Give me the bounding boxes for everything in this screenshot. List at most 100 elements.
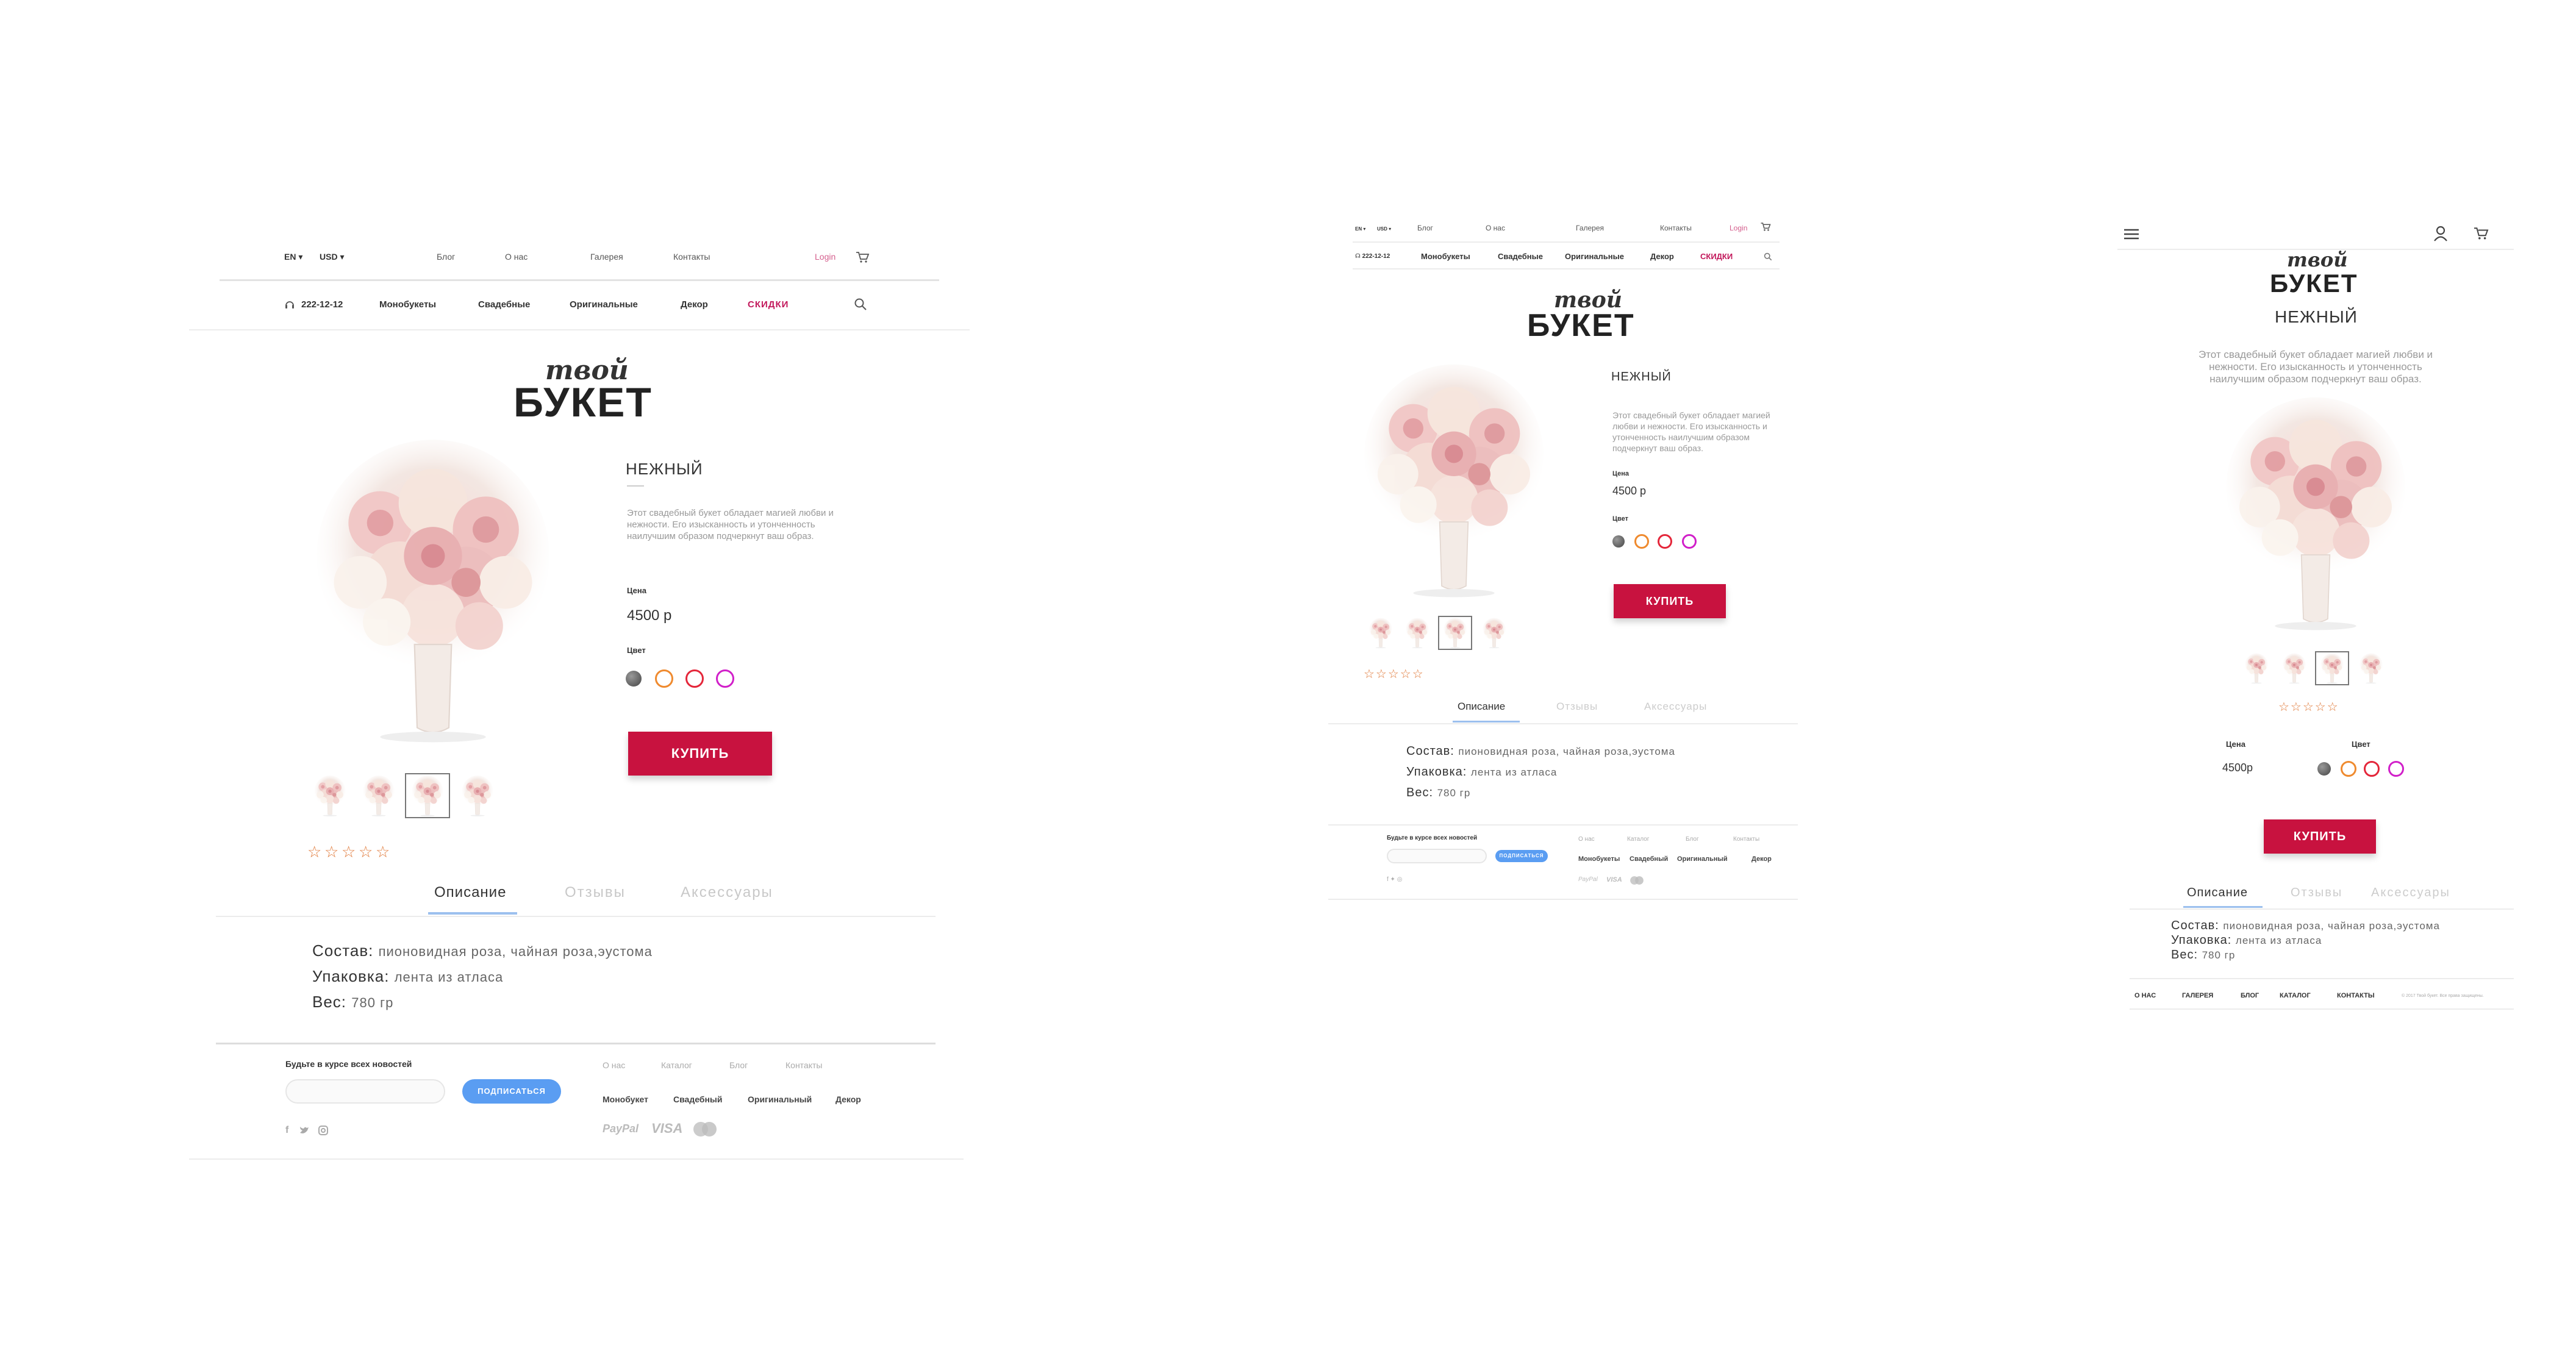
tablet-nav-original[interactable]: Оригинальные: [1565, 252, 1624, 260]
tablet-tab-accessories[interactable]: Аксессуары: [1644, 701, 1707, 712]
tablet-nav-decor[interactable]: Декор: [1650, 252, 1674, 260]
thumbnail-3[interactable]: [405, 773, 450, 818]
tablet-footer-about[interactable]: О нас: [1578, 837, 1595, 843]
tablet-nav-about[interactable]: О нас: [1486, 224, 1505, 232]
thumbnail-2[interactable]: [356, 773, 401, 818]
phone-number[interactable]: 222-12-12: [301, 300, 343, 309]
tablet-currency-selector[interactable]: USD ▾: [1377, 227, 1391, 232]
mobile-footer-blog[interactable]: БЛОГ: [2241, 993, 2259, 999]
lang-selector[interactable]: EN ▾: [284, 252, 302, 261]
tablet-thumbnail-1[interactable]: [1364, 616, 1398, 650]
tablet-nav-gallery[interactable]: Галерея: [1576, 224, 1604, 232]
footer-blog[interactable]: Блог: [729, 1061, 748, 1069]
mobile-thumbnail-4[interactable]: [2354, 651, 2388, 685]
tablet-nav-blog[interactable]: Блог: [1417, 224, 1433, 232]
nav-decor[interactable]: Декор: [681, 300, 708, 309]
mobile-rating-stars[interactable]: ☆☆☆☆☆: [2278, 701, 2339, 713]
tablet-phone-number[interactable]: ☊ 222-12-12: [1355, 254, 1390, 260]
tablet-tab-reviews[interactable]: Отзывы: [1556, 701, 1598, 712]
footer-contacts[interactable]: Контакты: [785, 1061, 822, 1069]
mobile-footer-gallery[interactable]: ГАЛЕРЕЯ: [2182, 993, 2213, 999]
instagram-icon[interactable]: [318, 1126, 328, 1135]
mobile-footer-contacts[interactable]: КОНТАКТЫ: [2337, 993, 2375, 999]
email-input[interactable]: [285, 1079, 445, 1104]
nav-original[interactable]: Оригинальные: [570, 300, 638, 309]
tablet-footer-decor[interactable]: Декор: [1751, 856, 1772, 863]
tablet-email-input[interactable]: [1387, 849, 1487, 863]
subscribe-button[interactable]: ПОДПИСАТЬСЯ: [462, 1079, 561, 1104]
tablet-tab-description[interactable]: Описание: [1458, 701, 1505, 712]
footer-wedding[interactable]: Свадебный: [673, 1095, 722, 1104]
twitter-icon[interactable]: [299, 1126, 310, 1135]
tablet-lang-selector[interactable]: EN ▾: [1355, 227, 1365, 232]
tablet-color-swatch-gray[interactable]: [1612, 535, 1625, 548]
nav-monobouquets[interactable]: Монобукеты: [379, 300, 436, 309]
nav-contacts[interactable]: Контакты: [673, 252, 710, 261]
tablet-color-swatch-orange[interactable]: [1634, 534, 1649, 549]
tab-reviews[interactable]: Отзывы: [565, 885, 626, 900]
tablet-nav-monobouquets[interactable]: Монобукеты: [1421, 252, 1470, 260]
color-swatch-orange[interactable]: [655, 669, 673, 688]
mobile-color-swatch-orange[interactable]: [2341, 761, 2356, 777]
tablet-footer-catalog[interactable]: Каталог: [1627, 837, 1649, 843]
mobile-footer-catalog[interactable]: КАТАЛОГ: [2280, 993, 2311, 999]
mobile-tab-description[interactable]: Описание: [2187, 887, 2248, 899]
tablet-nav-contacts[interactable]: Контакты: [1660, 224, 1692, 232]
mobile-color-swatch-magenta[interactable]: [2388, 761, 2404, 777]
tablet-thumbnail-3[interactable]: [1438, 616, 1472, 650]
mobile-tab-reviews[interactable]: Отзывы: [2291, 887, 2342, 899]
mobile-thumbnail-2[interactable]: [2277, 651, 2311, 685]
mobile-cart-icon[interactable]: [2472, 227, 2489, 240]
tablet-color-swatch-magenta[interactable]: [1682, 534, 1697, 549]
tablet-social-icons[interactable]: f ✦ ◎: [1387, 877, 1402, 883]
footer-catalog[interactable]: Каталог: [661, 1061, 692, 1069]
footer-decor[interactable]: Декор: [835, 1095, 861, 1104]
nav-gallery[interactable]: Галерея: [590, 252, 623, 261]
tablet-thumbnail-4[interactable]: [1477, 616, 1511, 650]
tablet-search-icon[interactable]: [1764, 252, 1772, 261]
footer-original[interactable]: Оригинальный: [748, 1095, 812, 1104]
search-icon[interactable]: [854, 298, 867, 311]
nav-blog[interactable]: Блог: [437, 252, 455, 261]
tablet-thumbnail-2[interactable]: [1400, 616, 1434, 650]
nav-about[interactable]: О нас: [505, 252, 528, 261]
footer-about[interactable]: О нас: [603, 1061, 625, 1069]
tablet-cart-icon[interactable]: [1760, 222, 1771, 232]
mobile-thumbnail-3[interactable]: [2315, 651, 2349, 685]
mobile-tab-accessories[interactable]: Аксессуары: [2371, 887, 2450, 899]
currency-selector[interactable]: USD ▾: [320, 252, 344, 261]
thumbnail-4[interactable]: [455, 773, 500, 818]
cart-icon[interactable]: [855, 251, 870, 263]
color-swatch-magenta[interactable]: [716, 669, 734, 688]
mobile-color-swatch-red[interactable]: [2364, 761, 2380, 777]
color-swatch-red[interactable]: [685, 669, 704, 688]
facebook-icon[interactable]: f: [285, 1126, 288, 1135]
color-swatch-gray[interactable]: [626, 671, 642, 687]
menu-icon[interactable]: [2123, 228, 2139, 240]
tablet-color-swatch-red[interactable]: [1658, 534, 1672, 549]
tab-accessories[interactable]: Аксессуары: [681, 885, 773, 900]
footer-mono[interactable]: Монобукет: [603, 1095, 648, 1104]
login-link[interactable]: Login: [815, 252, 835, 261]
user-icon[interactable]: [2433, 226, 2448, 241]
tablet-rating-stars[interactable]: ☆☆☆☆☆: [1364, 668, 1425, 680]
tablet-footer-contacts[interactable]: Контакты: [1733, 837, 1759, 843]
tablet-login-link[interactable]: Login: [1730, 224, 1747, 232]
tab-description[interactable]: Описание: [434, 885, 506, 900]
nav-sale[interactable]: СКИДКИ: [748, 300, 789, 309]
mobile-thumbnail-1[interactable]: [2239, 651, 2274, 685]
buy-button[interactable]: КУПИТЬ: [628, 732, 772, 776]
tablet-nav-wedding[interactable]: Свадебные: [1498, 252, 1543, 260]
tablet-footer-mono[interactable]: Монобукеты: [1578, 856, 1620, 863]
tablet-buy-button[interactable]: КУПИТЬ: [1614, 584, 1726, 618]
mobile-color-swatch-gray[interactable]: [2317, 762, 2331, 776]
tablet-footer-wedding[interactable]: Свадебный: [1630, 856, 1668, 863]
tablet-subscribe-button[interactable]: ПОДПИСАТЬСЯ: [1495, 850, 1548, 862]
tablet-footer-blog[interactable]: Блог: [1686, 837, 1699, 843]
nav-wedding[interactable]: Свадебные: [478, 300, 530, 309]
mobile-footer-about[interactable]: О НАС: [2134, 993, 2156, 999]
mobile-buy-button[interactable]: КУПИТЬ: [2264, 819, 2376, 854]
tablet-nav-sale[interactable]: СКИДКИ: [1700, 252, 1733, 260]
thumbnail-1[interactable]: [307, 773, 352, 818]
tablet-footer-original[interactable]: Оригинальный: [1677, 856, 1728, 863]
